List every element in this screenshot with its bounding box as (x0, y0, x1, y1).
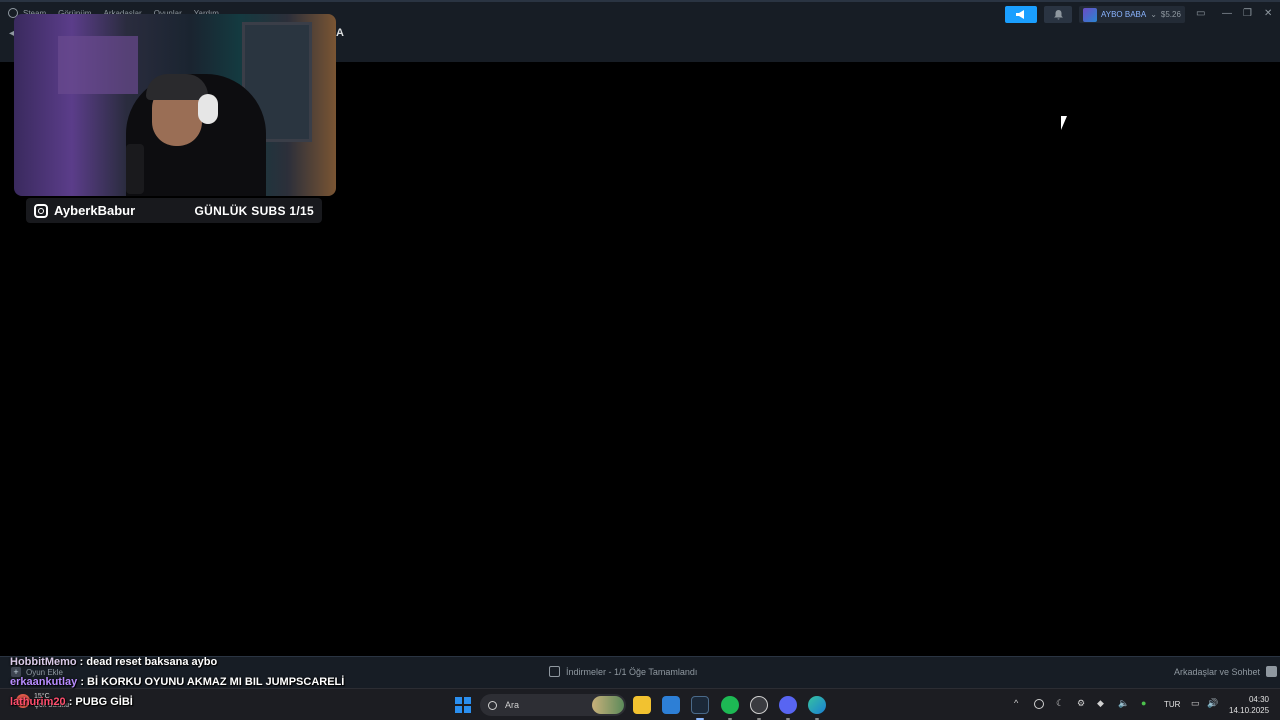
chat-text: : dead reset baksana aybo (76, 656, 218, 668)
taskbar-search[interactable]: Ara (480, 694, 626, 716)
search-highlight-image (592, 696, 624, 714)
downloads-label: İndirmeler - 1/1 Öğe Tamamlandı (566, 666, 698, 677)
obs-icon[interactable] (750, 696, 768, 714)
edge-icon[interactable] (808, 696, 826, 714)
tray-moon-icon[interactable]: ☾ (1056, 698, 1064, 709)
announcements-button[interactable] (1005, 6, 1037, 23)
headset (198, 94, 218, 124)
wall-art (58, 36, 138, 94)
megaphone-icon (1015, 10, 1024, 19)
big-picture-icon[interactable]: ▭ (1196, 8, 1205, 19)
windows-taskbar: 15°C Çok bulutlu Ara ^ ☾ ⚙ ◆ 🔈 ● TUR ▭ 🔊 (0, 688, 1280, 720)
mouse-cursor-icon (1061, 116, 1067, 130)
steam-app-icon[interactable] (691, 696, 709, 714)
chat-username: erkaankutlay (10, 676, 78, 688)
clock-date: 14.10.2025 (1229, 706, 1270, 715)
friends-chat-label: Arkadaşlar ve Sohbet (1174, 666, 1261, 677)
chat-message: erkaankutlay : Bİ KORKU OYUNU AKMAZ MI B… (10, 676, 344, 688)
screen: Steam Görünüm Arkadaşlar Oyunlar Yardım … (0, 0, 1280, 720)
search-icon (488, 700, 497, 710)
windows-start-icon[interactable] (455, 697, 471, 713)
chevron-down-icon: ⌄ (1150, 10, 1157, 19)
system-clock[interactable]: 04:30 14.10.2025 (1229, 694, 1269, 716)
chat-icon (1266, 666, 1278, 677)
account-name: AYBO BABA (1101, 10, 1147, 19)
friends-chat-button[interactable]: Arkadaşlar ve Sohbet (1174, 666, 1278, 677)
tray-speaker-icon[interactable]: 🔈 (1118, 698, 1129, 709)
discord-icon[interactable] (779, 696, 797, 714)
close-button[interactable]: ✕ (1264, 8, 1272, 19)
clock-time: 04:30 (1248, 695, 1269, 704)
account-menu[interactable]: AYBO BABA ⌄ $5.26 (1079, 6, 1185, 23)
volume-icon[interactable]: 🔊 (1207, 698, 1218, 709)
subs-goal: GÜNLÜK SUBS 1/15 (194, 203, 314, 218)
tray-app-icon[interactable] (1034, 699, 1044, 709)
downloads-status[interactable]: İndirmeler - 1/1 Öğe Tamamlandı (549, 666, 697, 677)
minimize-button[interactable]: — (1222, 8, 1232, 19)
search-placeholder: Ara (505, 700, 520, 710)
stream-info-bar: AyberkBabur GÜNLÜK SUBS 1/15 (26, 198, 322, 223)
streamer-handle: AyberkBabur (54, 203, 136, 218)
maximize-button[interactable]: ❐ (1243, 8, 1252, 19)
tray-gear-icon[interactable]: ⚙ (1077, 698, 1085, 709)
page-title: A (336, 27, 344, 39)
spotify-icon[interactable] (721, 696, 739, 714)
download-icon (549, 666, 560, 677)
tray-chevron-icon[interactable]: ^ (1014, 698, 1018, 708)
chat-text: : PUBG GİBİ (65, 696, 133, 708)
chat-text: : Bİ KORKU OYUNU AKMAZ MI BIL JUMPSCAREL… (77, 676, 345, 688)
store-icon[interactable] (662, 696, 680, 714)
avatar (1083, 7, 1097, 22)
network-icon[interactable]: ▭ (1191, 698, 1200, 709)
chat-message: lathurim20 : PUBG GİBİ (10, 696, 133, 708)
tray-microphone-icon[interactable]: ● (1141, 698, 1146, 708)
input-language[interactable]: TUR (1164, 700, 1180, 709)
webcam-overlay (14, 14, 336, 196)
streamer-cap (146, 74, 208, 100)
file-explorer-icon[interactable] (633, 696, 651, 714)
bell-icon (1053, 9, 1063, 19)
wallet-balance: $5.26 (1160, 10, 1181, 19)
chat-message: HobbitMemo : dead reset baksana aybo (10, 656, 217, 668)
notifications-button[interactable] (1044, 6, 1072, 23)
chat-username: HobbitMemo (10, 656, 77, 668)
instagram-icon (34, 203, 48, 218)
chat-username: lathurim20 (10, 696, 66, 708)
tray-steam-icon[interactable]: ◆ (1097, 698, 1104, 709)
microphone (126, 144, 144, 194)
